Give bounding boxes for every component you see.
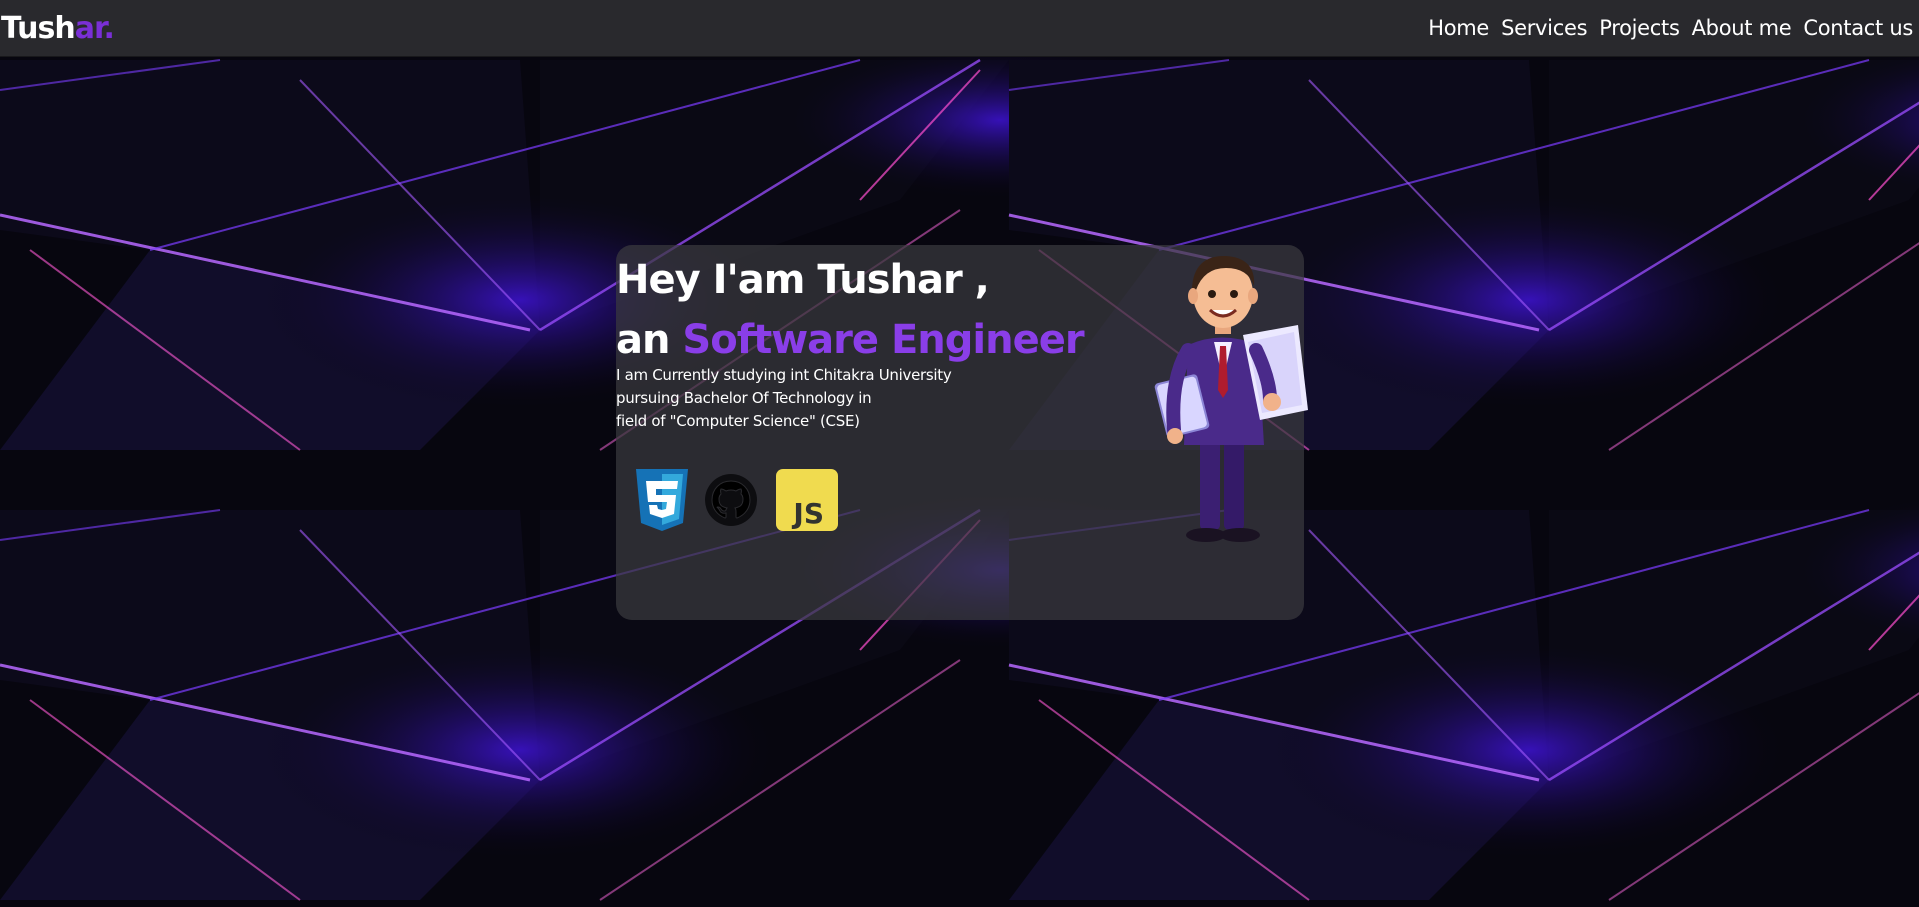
hero-heading-prefix: an	[616, 317, 683, 363]
hero-description-line1: I am Currently studying int Chitakra Uni…	[616, 366, 952, 384]
nav-link-about-me[interactable]: About me	[1686, 16, 1798, 40]
hero-role-highlight: Software Engineer	[682, 317, 1084, 363]
skills-icons: JS	[634, 469, 838, 531]
css3-icon[interactable]	[634, 469, 690, 531]
nav-link-home[interactable]: Home	[1422, 16, 1495, 40]
hero-description-line3: field of "Computer Science" (CSE)	[616, 412, 860, 430]
js-icon-label: JS	[791, 497, 824, 530]
hero-heading-line1: Hey I'am Tushar ,	[616, 257, 990, 303]
developer-character-illustration	[1154, 255, 1308, 542]
hero-heading-line2: an Software Engineer	[616, 310, 1085, 370]
hero-description-line2: pursuing Bachelor Of Technology in	[616, 389, 872, 407]
logo-text-start: Tush	[1, 10, 76, 46]
github-icon[interactable]	[704, 473, 758, 527]
top-navbar: Tushar. Home Services Projects About me …	[0, 0, 1919, 57]
logo-text-accent: ar.	[74, 10, 115, 46]
hero-heading: Hey I'am Tushar , an Software Engineer	[616, 250, 1085, 370]
nav-link-contact-us[interactable]: Contact us	[1797, 16, 1919, 40]
brand-logo[interactable]: Tushar.	[1, 10, 115, 46]
hero-description: I am Currently studying int Chitakra Uni…	[616, 364, 1036, 433]
nav-menu: Home Services Projects About me Contact …	[1422, 16, 1919, 40]
javascript-icon[interactable]: JS	[776, 469, 838, 531]
nav-link-projects[interactable]: Projects	[1593, 16, 1685, 40]
nav-link-services[interactable]: Services	[1495, 16, 1593, 40]
